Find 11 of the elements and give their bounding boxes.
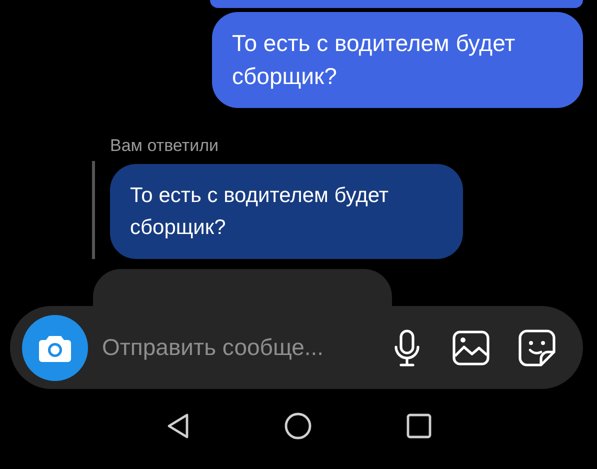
reply-label: Вам ответили — [110, 136, 220, 156]
microphone-icon[interactable] — [392, 328, 422, 366]
sticker-icon[interactable] — [518, 328, 556, 366]
camera-icon — [38, 334, 72, 362]
image-icon[interactable] — [452, 330, 490, 366]
home-button[interactable] — [282, 411, 312, 441]
quoted-message: То есть с водителем будет сборщик? — [110, 164, 463, 259]
recents-button[interactable] — [404, 412, 432, 440]
message-bubble: То есть с водителем будет сборщик? — [212, 12, 583, 108]
camera-button[interactable] — [22, 314, 88, 380]
message-input[interactable]: Отправить сообще... — [100, 333, 384, 362]
